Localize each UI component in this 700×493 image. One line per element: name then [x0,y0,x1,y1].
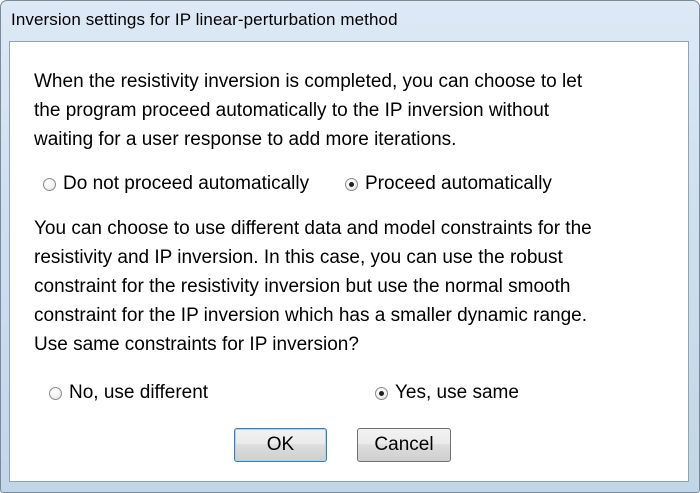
radio-label: Do not proceed automatically [63,173,310,194]
description-line: When the resistivity inversion is comple… [34,71,583,92]
description-line: constraint for the resistivity inversion… [34,276,571,297]
radio-do-not-proceed[interactable]: Do not proceed automatically [43,173,309,195]
radio-proceed-automatically[interactable]: Proceed automatically [345,173,552,195]
auto-proceed-radio-group: Do not proceed automatically Proceed aut… [10,173,690,203]
radio-use-same[interactable]: Yes, use same [375,382,519,404]
description-line: resistivity and IP inversion. In this ca… [34,247,563,268]
title-bar[interactable]: Inversion settings for IP linear-perturb… [1,1,699,39]
radio-unchecked-icon [43,177,56,191]
window-title: Inversion settings for IP linear-perturb… [11,10,398,29]
cancel-button[interactable]: Cancel [357,428,451,462]
radio-label: Yes, use same [395,382,519,403]
radio-label: Proceed automatically [365,173,552,194]
dialog-content: When the resistivity inversion is comple… [9,41,689,482]
description-line: You can choose to use different data and… [34,218,592,239]
radio-checked-icon [345,177,358,191]
description-line: waiting for a user response to add more … [34,129,457,150]
radio-use-different[interactable]: No, use different [49,382,208,404]
ok-button[interactable]: OK [234,428,327,462]
constraints-radio-group: No, use different Yes, use same [10,382,690,412]
dialog-window: Inversion settings for IP linear-perturb… [0,0,700,493]
radio-unchecked-icon [49,386,62,400]
radio-label: No, use different [69,382,209,403]
description-line: constraint for the IP inversion which ha… [34,305,588,326]
description-line: Use same constraints for IP inversion? [34,334,359,355]
auto-proceed-description: When the resistivity inversion is comple… [34,67,582,154]
constraints-description: You can choose to use different data and… [34,214,592,359]
description-line: the program proceed automatically to the… [34,100,550,121]
radio-checked-icon [375,386,388,400]
